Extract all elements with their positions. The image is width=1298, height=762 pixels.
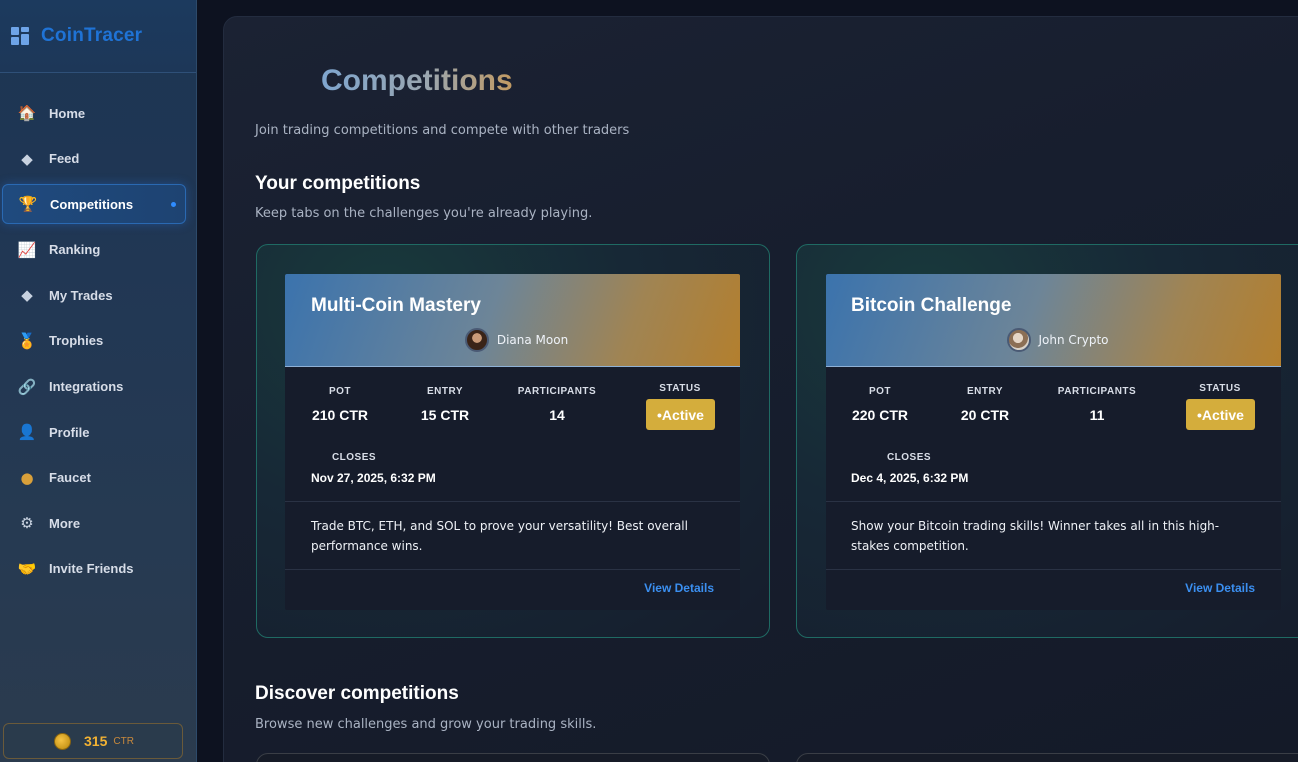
sidebar-item-label: Ranking (49, 242, 101, 258)
dashboard-logo-icon (11, 27, 29, 45)
link-icon: 🔗 (17, 377, 37, 396)
sidebar-item-label: Integrations (49, 379, 124, 395)
brand[interactable]: CoinTracer (0, 0, 196, 73)
sidebar-item-trophies[interactable]: 🏅 Trophies (2, 321, 186, 361)
app-name: CoinTracer (41, 25, 143, 46)
closes-label: CLOSES (886, 452, 932, 463)
sidebar-item-feed[interactable]: ◆ Feed (2, 139, 186, 179)
entry-label: ENTRY (426, 386, 464, 397)
closes-value: Dec 4, 2025, 6:32 PM (851, 471, 969, 485)
sidebar-item-faucet[interactable]: ● Faucet (2, 458, 186, 498)
avatar (464, 328, 489, 352)
divider (285, 501, 740, 502)
discover-competitions-subtitle: Browse new challenges and grow your trad… (255, 717, 597, 732)
trophy-icon: 🏆 (18, 195, 38, 214)
medal-icon: 🏅 (17, 331, 37, 350)
sidebar-item-integrations[interactable]: 🔗 Integrations (2, 367, 186, 407)
view-details-link[interactable]: View Details (644, 581, 714, 595)
sidebar-nav: 🏠 Home ◆ Feed 🏆 Competitions 📈 Ranking ◆… (0, 93, 196, 589)
gear-icon: ⚙ (20, 514, 34, 533)
entry-label: ENTRY (966, 386, 1004, 397)
coin-icon: ● (20, 468, 34, 487)
divider (285, 569, 740, 570)
your-competitions-subtitle: Keep tabs on the challenges you're alrea… (255, 206, 593, 221)
status-badge: •Active (1186, 399, 1255, 430)
sidebar-item-profile[interactable]: 👤 Profile (2, 412, 186, 452)
sidebar-item-label: Faucet (49, 470, 91, 486)
sidebar-item-my-trades[interactable]: ◆ My Trades (2, 275, 186, 315)
divider (826, 501, 1281, 502)
status-label: STATUS (659, 383, 701, 394)
pot-label: POT (328, 386, 352, 397)
competition-card: Bitcoin Challenge John Crypto POT 220 CT… (796, 244, 1298, 638)
trades-icon: ◆ (21, 286, 33, 305)
closes-value: Nov 27, 2025, 6:32 PM (311, 471, 436, 485)
home-icon: 🏠 (17, 104, 37, 122)
participants-value: 14 (549, 407, 565, 423)
status-label: STATUS (1199, 383, 1241, 394)
competition-card-inner: Multi-Coin Mastery Diana Moon POT 210 CT… (285, 274, 740, 610)
balance-badge[interactable]: 315 CTR (3, 723, 183, 759)
page-title: Competitions (321, 64, 513, 97)
closes-label: CLOSES (331, 452, 377, 463)
sidebar-item-label: Trophies (49, 333, 104, 349)
sidebar-item-label: Invite Friends (49, 561, 134, 577)
participants-label: PARTICIPANTS (1057, 386, 1137, 397)
divider (826, 569, 1281, 570)
discover-competitions-title: Discover competitions (255, 683, 459, 704)
avatar (1006, 328, 1031, 352)
your-competitions-title: Your competitions (255, 173, 421, 194)
card-header: Multi-Coin Mastery Diana Moon (285, 274, 740, 367)
creator[interactable]: Diana Moon (285, 328, 740, 352)
competition-title: Multi-Coin Mastery (311, 295, 481, 316)
balance-amount: 315 (84, 733, 108, 749)
pot-value: 220 CTR (851, 407, 909, 423)
user-icon: 👤 (17, 423, 37, 442)
sidebar-item-more[interactable]: ⚙ More (2, 503, 186, 543)
chart-icon: 📈 (17, 240, 37, 259)
card-header: Bitcoin Challenge John Crypto (826, 274, 1281, 367)
competition-description: Trade BTC, ETH, and SOL to prove your ve… (311, 519, 688, 553)
sidebar-item-competitions[interactable]: 🏆 Competitions (2, 184, 186, 225)
participants-label: PARTICIPANTS (517, 386, 597, 397)
pot-value: 210 CTR (311, 407, 369, 423)
sidebar-item-label: Profile (49, 424, 90, 440)
sidebar-item-label: My Trades (49, 287, 113, 303)
sidebar-item-label: Home (49, 105, 86, 121)
sidebar-item-label: More (49, 515, 81, 531)
creator-name: John Crypto (1038, 333, 1109, 347)
sidebar-item-ranking[interactable]: 📈 Ranking (2, 230, 186, 270)
page-subtitle: Join trading competitions and compete wi… (255, 123, 630, 138)
competition-description: Show your Bitcoin trading skills! Winner… (851, 519, 1220, 553)
sidebar: CoinTracer 🏠 Home ◆ Feed 🏆 Competitions … (0, 0, 197, 762)
competition-card: Multi-Coin Mastery Diana Moon POT 210 CT… (256, 244, 770, 638)
competition-card-inner: Bitcoin Challenge John Crypto POT 220 CT… (826, 274, 1281, 610)
sidebar-item-label: Feed (49, 151, 80, 167)
entry-value: 20 CTR (960, 407, 1010, 423)
sidebar-item-home[interactable]: 🏠 Home (2, 93, 186, 133)
participants-value: 11 (1089, 407, 1105, 423)
sidebar-item-invite-friends[interactable]: 🤝 Invite Friends (2, 549, 186, 589)
handshake-icon: 🤝 (17, 559, 37, 578)
discover-card[interactable] (256, 753, 770, 762)
status-badge: •Active (646, 399, 715, 430)
entry-value: 15 CTR (420, 407, 470, 423)
creator[interactable]: John Crypto (826, 328, 1281, 352)
pot-label: POT (868, 386, 892, 397)
competition-title: Bitcoin Challenge (851, 295, 1012, 316)
feed-icon: ◆ (21, 149, 33, 168)
sidebar-item-label: Competitions (50, 196, 134, 212)
view-details-link[interactable]: View Details (1185, 581, 1255, 595)
active-indicator-dot (171, 202, 176, 208)
discover-card[interactable] (796, 753, 1298, 762)
coin-icon (54, 733, 71, 750)
balance-unit: CTR (113, 735, 134, 747)
creator-name: Diana Moon (496, 333, 569, 347)
